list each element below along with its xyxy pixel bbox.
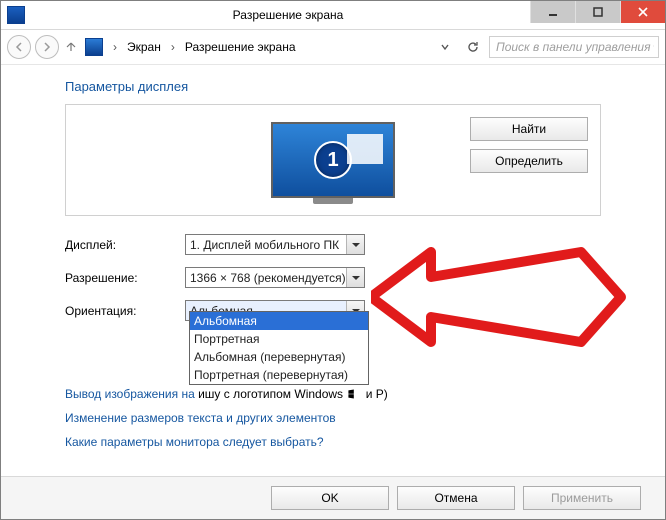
orientation-label: Ориентация: [65,304,185,318]
breadcrumb-separator-icon: › [109,40,121,54]
search-box[interactable] [489,36,659,58]
project-link-line: Вывод изображения на ишу с логотипом Win… [65,387,635,401]
chevron-down-icon [346,235,364,254]
breadcrumb-history-button[interactable] [433,35,457,59]
content-area: Параметры дисплея 1 Найти Определить Дис… [1,65,665,449]
display-select[interactable]: 1. Дисплей мобильного ПК [185,234,365,255]
help-links: Вывод изображения на ишу с логотипом Win… [65,387,635,449]
refresh-icon [467,41,479,53]
search-input[interactable] [494,39,653,55]
maximize-button[interactable] [575,1,620,23]
text-size-link[interactable]: Изменение размеров текста и других элеме… [65,411,635,425]
minimize-button[interactable] [530,1,575,23]
ok-button[interactable]: OK [271,486,389,510]
cancel-button[interactable]: Отмена [397,486,515,510]
minimize-icon [548,7,558,17]
windows-logo-icon [348,388,360,400]
refresh-button[interactable] [461,35,485,59]
arrow-left-icon [14,42,24,52]
settings-form: Дисплей: 1. Дисплей мобильного ПК Разреш… [65,234,635,321]
page-heading: Параметры дисплея [65,79,635,94]
breadcrumb-separator-icon: › [167,40,179,54]
monitor-grid-decoration [347,134,383,164]
which-settings-link[interactable]: Какие параметры монитора следует выбрать… [65,435,635,449]
resolution-label: Разрешение: [65,271,185,285]
display-select-value: 1. Дисплей мобильного ПК [190,238,339,252]
display-label: Дисплей: [65,238,185,252]
arrow-right-icon [42,42,52,52]
orientation-dropdown[interactable]: Альбомная Портретная Альбомная (переверн… [189,311,369,385]
search-icon [653,41,654,53]
apply-button[interactable]: Применить [523,486,641,510]
app-icon [7,6,25,24]
breadcrumb-screen[interactable]: Экран [125,36,163,58]
window-title: Разрешение экрана [31,8,545,22]
nav-back-button[interactable] [7,35,31,59]
identify-button[interactable]: Определить [470,149,588,173]
orientation-option-portrait[interactable]: Портретная [190,330,368,348]
title-bar: Разрешение экрана [1,1,665,30]
project-hint-text: ишу с логотипом Windows и P) [198,387,388,401]
display-preview: 1 Найти Определить [65,104,601,216]
orientation-option-portrait-flipped[interactable]: Портретная (перевернутая) [190,366,368,384]
nav-forward-button[interactable] [35,35,59,59]
close-button[interactable] [620,1,665,23]
window: Разрешение экрана › Экран › Разрешение [0,0,666,520]
dialog-footer: OK Отмена Применить [1,476,665,519]
resolution-select-value: 1366 × 768 (рекомендуется) [190,271,346,285]
close-icon [638,7,648,17]
detect-button[interactable]: Найти [470,117,588,141]
window-controls [530,1,665,23]
chevron-down-icon [346,268,364,287]
orientation-option-landscape[interactable]: Альбомная [190,312,368,330]
resolution-select[interactable]: 1366 × 768 (рекомендуется) [185,267,365,288]
chevron-down-icon [441,43,449,51]
orientation-option-landscape-flipped[interactable]: Альбомная (перевернутая) [190,348,368,366]
monitor-thumbnail[interactable]: 1 [271,122,395,198]
arrow-up-icon [65,40,77,52]
nav-bar: › Экран › Разрешение экрана [1,30,665,65]
project-link[interactable]: Вывод изображения на [65,387,195,401]
control-panel-icon [85,38,103,56]
breadcrumb-current[interactable]: Разрешение экрана [183,36,298,58]
maximize-icon [593,7,603,17]
nav-up-button[interactable] [63,40,79,55]
